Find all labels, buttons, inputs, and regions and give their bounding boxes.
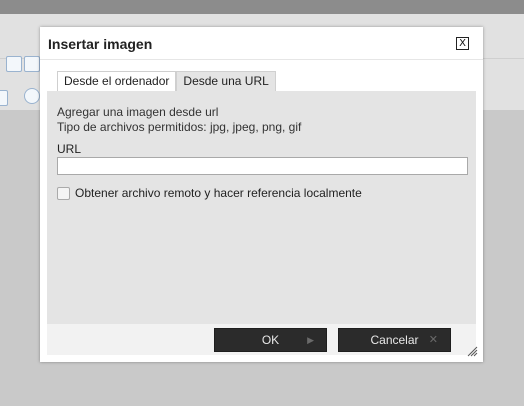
- insert-image-dialog: Insertar imagen X Desde el ordenador Des…: [40, 27, 483, 362]
- ok-button-label: OK: [261, 333, 280, 347]
- ok-button[interactable]: OK ▶: [214, 328, 327, 352]
- dialog-title: Insertar imagen: [48, 36, 153, 52]
- toolbar-link-icon: [24, 88, 40, 104]
- tab-desde-una-url[interactable]: Desde una URL: [176, 71, 276, 91]
- editor-topbar: [0, 0, 524, 14]
- resize-grip-icon[interactable]: [467, 346, 478, 357]
- tab-desde-el-ordenador[interactable]: Desde el ordenador: [57, 71, 177, 91]
- info-allowed-types: Tipo de archivos permitidos: jpg, jpeg, …: [57, 120, 302, 134]
- close-icon: X: [459, 38, 466, 49]
- info-description: Agregar una imagen desde url: [57, 105, 219, 119]
- remote-checkbox-label: Obtener archivo remoto y hacer referenci…: [75, 186, 362, 200]
- close-button[interactable]: X: [456, 37, 469, 50]
- url-input[interactable]: [57, 157, 468, 175]
- toolbar-grid-icon: [24, 56, 40, 72]
- tab-bar: Desde el ordenador Desde una URL: [57, 71, 276, 91]
- title-divider: [40, 59, 483, 60]
- cancel-button[interactable]: Cancelar ✕: [338, 328, 451, 352]
- close-icon: ✕: [428, 334, 438, 346]
- url-label: URL: [57, 142, 82, 156]
- remote-option-row[interactable]: Obtener archivo remoto y hacer referenci…: [57, 186, 362, 200]
- remote-checkbox[interactable]: [57, 186, 70, 200]
- url-tab-panel: Agregar una imagen desde url Tipo de arc…: [47, 91, 476, 324]
- toolbar-special-icon: [0, 90, 8, 106]
- dialog-footer: OK ▶ Cancelar ✕: [47, 324, 476, 355]
- toolbar-table-icon: [6, 56, 22, 72]
- cancel-button-label: Cancelar: [370, 333, 419, 347]
- arrow-right-icon: ▶: [307, 335, 314, 345]
